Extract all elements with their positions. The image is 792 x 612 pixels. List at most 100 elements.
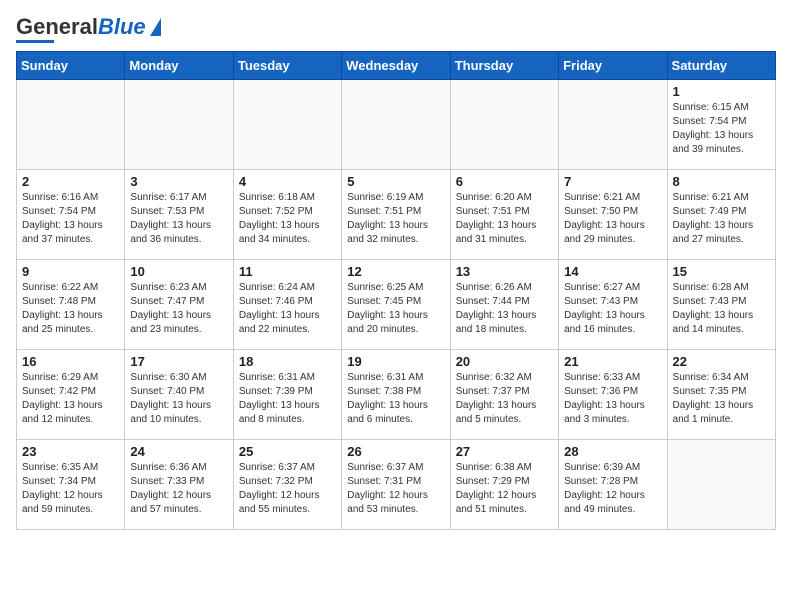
day-number: 26: [347, 444, 444, 459]
day-number: 23: [22, 444, 119, 459]
calendar-cell: 20 Sunrise: 6:32 AM Sunset: 7:37 PM Dayli…: [450, 350, 558, 440]
day-number: 24: [130, 444, 227, 459]
calendar-cell: 15 Sunrise: 6:28 AM Sunset: 7:43 PM Dayli…: [667, 260, 775, 350]
day-number: 1: [673, 84, 770, 99]
day-number: 16: [22, 354, 119, 369]
calendar-cell: 17Sunrise: 6:30 AM Sunset: 7:40 PM Dayli…: [125, 350, 233, 440]
calendar-cell: 3 Sunrise: 6:17 AM Sunset: 7:53 PM Daylig…: [125, 170, 233, 260]
calendar-cell: 11 Sunrise: 6:24 AM Sunset: 7:46 PM Dayli…: [233, 260, 341, 350]
calendar-cell: 10 Sunrise: 6:23 AM Sunset: 7:47 PM Dayli…: [125, 260, 233, 350]
calendar-cell: [125, 80, 233, 170]
weekday-header-sunday: Sunday: [17, 52, 125, 80]
day-number: 13: [456, 264, 553, 279]
day-info: Sunrise: 6:28 AM Sunset: 7:43 PM Dayligh…: [673, 281, 770, 337]
weekday-header-friday: Friday: [559, 52, 667, 80]
day-info: Sunrise: 6:27 AM Sunset: 7:43 PM Dayligh…: [564, 281, 661, 337]
day-number: 7: [564, 174, 661, 189]
day-number: 12: [347, 264, 444, 279]
calendar-cell: 12 Sunrise: 6:25 AM Sunset: 7:45 PM Dayli…: [342, 260, 450, 350]
day-number: 11: [239, 264, 336, 279]
day-number: 22: [673, 354, 770, 369]
day-info: Sunrise: 6:21 AM Sunset: 7:49 PM Dayligh…: [673, 191, 770, 247]
day-info: Sunrise: 6:19 AM Sunset: 7:51 PM Dayligh…: [347, 191, 444, 247]
day-number: 4: [239, 174, 336, 189]
day-number: 10: [130, 264, 227, 279]
day-info: Sunrise: 6:29 AM Sunset: 7:42 PM Dayligh…: [22, 371, 119, 427]
day-number: 18: [239, 354, 336, 369]
calendar-week-row: 16 Sunrise: 6:29 AM Sunset: 7:42 PM Dayli…: [17, 350, 776, 440]
weekday-header-wednesday: Wednesday: [342, 52, 450, 80]
day-number: 15: [673, 264, 770, 279]
day-number: 9: [22, 264, 119, 279]
day-info: Sunrise: 6:15 AM Sunset: 7:54 PM Dayligh…: [673, 101, 770, 157]
day-info: Sunrise: 6:31 AM Sunset: 7:39 PM Dayligh…: [239, 371, 336, 427]
calendar-cell: 13 Sunrise: 6:26 AM Sunset: 7:44 PM Dayli…: [450, 260, 558, 350]
day-info: Sunrise: 6:18 AM Sunset: 7:52 PM Dayligh…: [239, 191, 336, 247]
logo-triangle-icon: [150, 18, 161, 36]
calendar-cell: 21 Sunrise: 6:33 AM Sunset: 7:36 PM Dayli…: [559, 350, 667, 440]
day-number: 27: [456, 444, 553, 459]
calendar-cell: 18 Sunrise: 6:31 AM Sunset: 7:39 PM Dayli…: [233, 350, 341, 440]
day-number: 2: [22, 174, 119, 189]
logo-text: GeneralBlue: [16, 16, 146, 38]
weekday-header-thursday: Thursday: [450, 52, 558, 80]
day-info: Sunrise: 6:23 AM Sunset: 7:47 PM Dayligh…: [130, 281, 227, 337]
calendar-cell: 4 Sunrise: 6:18 AM Sunset: 7:52 PM Daylig…: [233, 170, 341, 260]
calendar-cell: [559, 80, 667, 170]
page-header: GeneralBlue: [16, 16, 776, 43]
weekday-header-monday: Monday: [125, 52, 233, 80]
calendar-week-row: 23 Sunrise: 6:35 AM Sunset: 7:34 PM Dayli…: [17, 440, 776, 530]
calendar-cell: 23 Sunrise: 6:35 AM Sunset: 7:34 PM Dayli…: [17, 440, 125, 530]
day-info: Sunrise: 6:37 AM Sunset: 7:31 PM Dayligh…: [347, 461, 444, 517]
day-number: 17: [130, 354, 227, 369]
day-info: Sunrise: 6:26 AM Sunset: 7:44 PM Dayligh…: [456, 281, 553, 337]
day-info: Sunrise: 6:38 AM Sunset: 7:29 PM Dayligh…: [456, 461, 553, 517]
day-number: 6: [456, 174, 553, 189]
calendar-cell: 7 Sunrise: 6:21 AM Sunset: 7:50 PM Daylig…: [559, 170, 667, 260]
day-number: 21: [564, 354, 661, 369]
calendar-cell: 5 Sunrise: 6:19 AM Sunset: 7:51 PM Daylig…: [342, 170, 450, 260]
calendar-cell: 1 Sunrise: 6:15 AM Sunset: 7:54 PM Daylig…: [667, 80, 775, 170]
day-info: Sunrise: 6:37 AM Sunset: 7:32 PM Dayligh…: [239, 461, 336, 517]
calendar-cell: [17, 80, 125, 170]
day-info: Sunrise: 6:32 AM Sunset: 7:37 PM Dayligh…: [456, 371, 553, 427]
day-info: Sunrise: 6:16 AM Sunset: 7:54 PM Dayligh…: [22, 191, 119, 247]
calendar-cell: [450, 80, 558, 170]
day-info: Sunrise: 6:22 AM Sunset: 7:48 PM Dayligh…: [22, 281, 119, 337]
calendar-cell: 14 Sunrise: 6:27 AM Sunset: 7:43 PM Dayli…: [559, 260, 667, 350]
calendar-cell: 9 Sunrise: 6:22 AM Sunset: 7:48 PM Daylig…: [17, 260, 125, 350]
logo: GeneralBlue: [16, 16, 161, 43]
calendar-cell: 16 Sunrise: 6:29 AM Sunset: 7:42 PM Dayli…: [17, 350, 125, 440]
day-number: 5: [347, 174, 444, 189]
day-info: Sunrise: 6:39 AM Sunset: 7:28 PM Dayligh…: [564, 461, 661, 517]
calendar-cell: 28Sunrise: 6:39 AM Sunset: 7:28 PM Dayli…: [559, 440, 667, 530]
day-info: Sunrise: 6:17 AM Sunset: 7:53 PM Dayligh…: [130, 191, 227, 247]
calendar-cell: 26 Sunrise: 6:37 AM Sunset: 7:31 PM Dayli…: [342, 440, 450, 530]
day-number: 14: [564, 264, 661, 279]
day-info: Sunrise: 6:20 AM Sunset: 7:51 PM Dayligh…: [456, 191, 553, 247]
day-number: 25: [239, 444, 336, 459]
weekday-header-row: SundayMondayTuesdayWednesdayThursdayFrid…: [17, 52, 776, 80]
day-info: Sunrise: 6:21 AM Sunset: 7:50 PM Dayligh…: [564, 191, 661, 247]
logo-underline: [16, 40, 54, 43]
day-info: Sunrise: 6:25 AM Sunset: 7:45 PM Dayligh…: [347, 281, 444, 337]
calendar-week-row: 2 Sunrise: 6:16 AM Sunset: 7:54 PM Daylig…: [17, 170, 776, 260]
calendar-cell: 25 Sunrise: 6:37 AM Sunset: 7:32 PM Dayli…: [233, 440, 341, 530]
weekday-header-tuesday: Tuesday: [233, 52, 341, 80]
calendar-cell: [342, 80, 450, 170]
day-info: Sunrise: 6:36 AM Sunset: 7:33 PM Dayligh…: [130, 461, 227, 517]
calendar-table: SundayMondayTuesdayWednesdayThursdayFrid…: [16, 51, 776, 530]
day-info: Sunrise: 6:34 AM Sunset: 7:35 PM Dayligh…: [673, 371, 770, 427]
day-number: 3: [130, 174, 227, 189]
calendar-cell: 24 Sunrise: 6:36 AM Sunset: 7:33 PM Dayli…: [125, 440, 233, 530]
calendar-cell: [233, 80, 341, 170]
day-info: Sunrise: 6:24 AM Sunset: 7:46 PM Dayligh…: [239, 281, 336, 337]
day-info: Sunrise: 6:31 AM Sunset: 7:38 PM Dayligh…: [347, 371, 444, 427]
day-info: Sunrise: 6:35 AM Sunset: 7:34 PM Dayligh…: [22, 461, 119, 517]
weekday-header-saturday: Saturday: [667, 52, 775, 80]
day-number: 20: [456, 354, 553, 369]
day-info: Sunrise: 6:33 AM Sunset: 7:36 PM Dayligh…: [564, 371, 661, 427]
calendar-cell: 27 Sunrise: 6:38 AM Sunset: 7:29 PM Dayli…: [450, 440, 558, 530]
day-number: 19: [347, 354, 444, 369]
calendar-cell: 8Sunrise: 6:21 AM Sunset: 7:49 PM Daylig…: [667, 170, 775, 260]
